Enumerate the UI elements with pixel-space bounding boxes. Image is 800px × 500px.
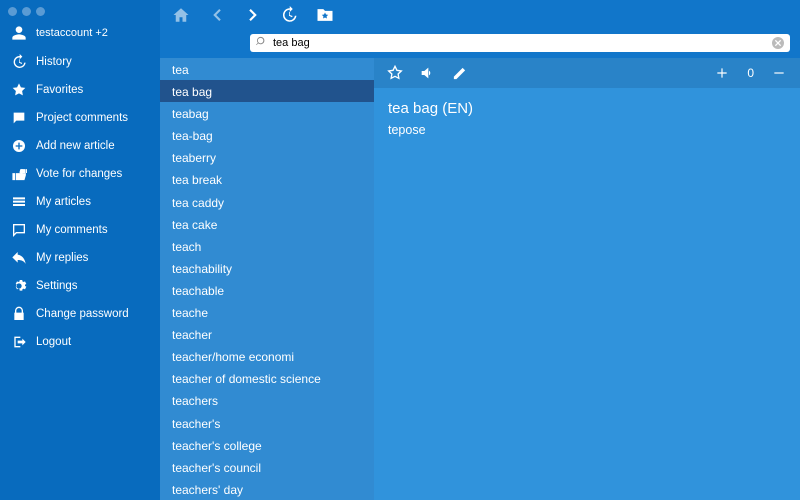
- vote-count: 0: [745, 66, 756, 80]
- project-comments-icon: [10, 109, 28, 127]
- sidebar-item-label: Project comments: [36, 112, 128, 124]
- detail-toolbar: 0: [374, 58, 800, 88]
- wordlist-item[interactable]: teachers' day: [160, 478, 374, 500]
- wordlist-item[interactable]: tea cake: [160, 213, 374, 235]
- sidebar-item-logout[interactable]: Logout: [0, 328, 160, 356]
- sidebar-item-vote-for-changes[interactable]: Vote for changes: [0, 160, 160, 188]
- sidebar-item-my-comments[interactable]: My comments: [0, 216, 160, 244]
- search-icon: [256, 34, 267, 52]
- main-area: teatea bagteabagtea-bagteaberrytea break…: [160, 0, 800, 500]
- audio-button[interactable]: [418, 64, 436, 82]
- wordlist-item[interactable]: teacher: [160, 323, 374, 345]
- window-close-icon[interactable]: [8, 7, 17, 16]
- sidebar-item-change-password[interactable]: Change password: [0, 300, 160, 328]
- wordlist-item[interactable]: teache: [160, 301, 374, 323]
- detail-panel: 0 tea bag (EN) tepose: [374, 58, 800, 500]
- wordlist-item[interactable]: teabag: [160, 102, 374, 124]
- detail-body: tea bag (EN) tepose: [374, 88, 800, 149]
- search-row: [160, 30, 800, 58]
- forward-button[interactable]: [242, 4, 264, 26]
- search-input[interactable]: [273, 37, 766, 49]
- sidebar-item-label: Change password: [36, 308, 129, 320]
- wordlist-item[interactable]: teachability: [160, 257, 374, 279]
- window-controls: [0, 0, 160, 18]
- window-zoom-icon[interactable]: [36, 7, 45, 16]
- favorites-folder-button[interactable]: [314, 4, 336, 26]
- sidebar: testaccount +2 History Favorites Project c…: [0, 0, 160, 500]
- sidebar-item-my-articles[interactable]: My articles: [0, 188, 160, 216]
- sidebar-item-label: History: [36, 56, 72, 68]
- sidebar-item-label: My articles: [36, 196, 91, 208]
- content-split: teatea bagteabagtea-bagteaberrytea break…: [160, 58, 800, 500]
- settings-icon: [10, 277, 28, 295]
- wordlist[interactable]: teatea bagteabagtea-bagteaberrytea break…: [160, 58, 374, 500]
- my-articles-icon: [10, 193, 28, 211]
- history-button[interactable]: [278, 4, 300, 26]
- wordlist-item[interactable]: teacher's council: [160, 456, 374, 478]
- headword: tea bag (EN): [388, 100, 786, 117]
- user-icon: [10, 24, 28, 42]
- wordlist-item[interactable]: tea bag: [160, 80, 374, 102]
- wordlist-item[interactable]: teacher/home economi: [160, 345, 374, 367]
- window-minimize-icon[interactable]: [22, 7, 31, 16]
- wordlist-item[interactable]: tea-bag: [160, 124, 374, 146]
- sidebar-item-label: My replies: [36, 252, 88, 264]
- wordlist-item[interactable]: teachable: [160, 279, 374, 301]
- sidebar-item-label: Favorites: [36, 84, 83, 96]
- sidebar-item-label: My comments: [36, 224, 108, 236]
- minus-button[interactable]: [770, 64, 788, 82]
- wordlist-item[interactable]: teacher's: [160, 412, 374, 434]
- edit-button[interactable]: [450, 64, 468, 82]
- clear-search-button[interactable]: [772, 37, 784, 49]
- wordlist-item[interactable]: teachers: [160, 389, 374, 411]
- wordlist-item[interactable]: tea break: [160, 168, 374, 190]
- wordlist-item[interactable]: teacher of domestic science: [160, 367, 374, 389]
- favorites-icon: [10, 81, 28, 99]
- user-account[interactable]: testaccount +2: [0, 18, 160, 48]
- home-button[interactable]: [170, 4, 192, 26]
- logout-icon: [10, 333, 28, 351]
- sidebar-item-favorites[interactable]: Favorites: [0, 76, 160, 104]
- sidebar-item-add-new-article[interactable]: Add new article: [0, 132, 160, 160]
- my-replies-icon: [10, 249, 28, 267]
- wordlist-item[interactable]: tea caddy: [160, 191, 374, 213]
- wordlist-item[interactable]: teaberry: [160, 146, 374, 168]
- user-label: testaccount +2: [36, 27, 108, 39]
- search-bar: [250, 34, 790, 52]
- sidebar-item-label: Vote for changes: [36, 168, 122, 180]
- sidebar-item-my-replies[interactable]: My replies: [0, 244, 160, 272]
- vote-for-changes-icon: [10, 165, 28, 183]
- my-comments-icon: [10, 221, 28, 239]
- wordlist-item[interactable]: teacher's college: [160, 434, 374, 456]
- sidebar-item-label: Settings: [36, 280, 78, 292]
- nav-toolbar: [160, 0, 800, 30]
- add-new-article-icon: [10, 137, 28, 155]
- wordlist-item[interactable]: tea: [160, 58, 374, 80]
- plus-button[interactable]: [713, 64, 731, 82]
- translation: tepose: [388, 123, 786, 137]
- sidebar-item-settings[interactable]: Settings: [0, 272, 160, 300]
- wordlist-item[interactable]: teach: [160, 235, 374, 257]
- change-password-icon: [10, 305, 28, 323]
- back-button[interactable]: [206, 4, 228, 26]
- favorite-button[interactable]: [386, 64, 404, 82]
- sidebar-item-project-comments[interactable]: Project comments: [0, 104, 160, 132]
- sidebar-item-label: Add new article: [36, 140, 115, 152]
- history-icon: [10, 53, 28, 71]
- sidebar-item-label: Logout: [36, 336, 71, 348]
- sidebar-item-history[interactable]: History: [0, 48, 160, 76]
